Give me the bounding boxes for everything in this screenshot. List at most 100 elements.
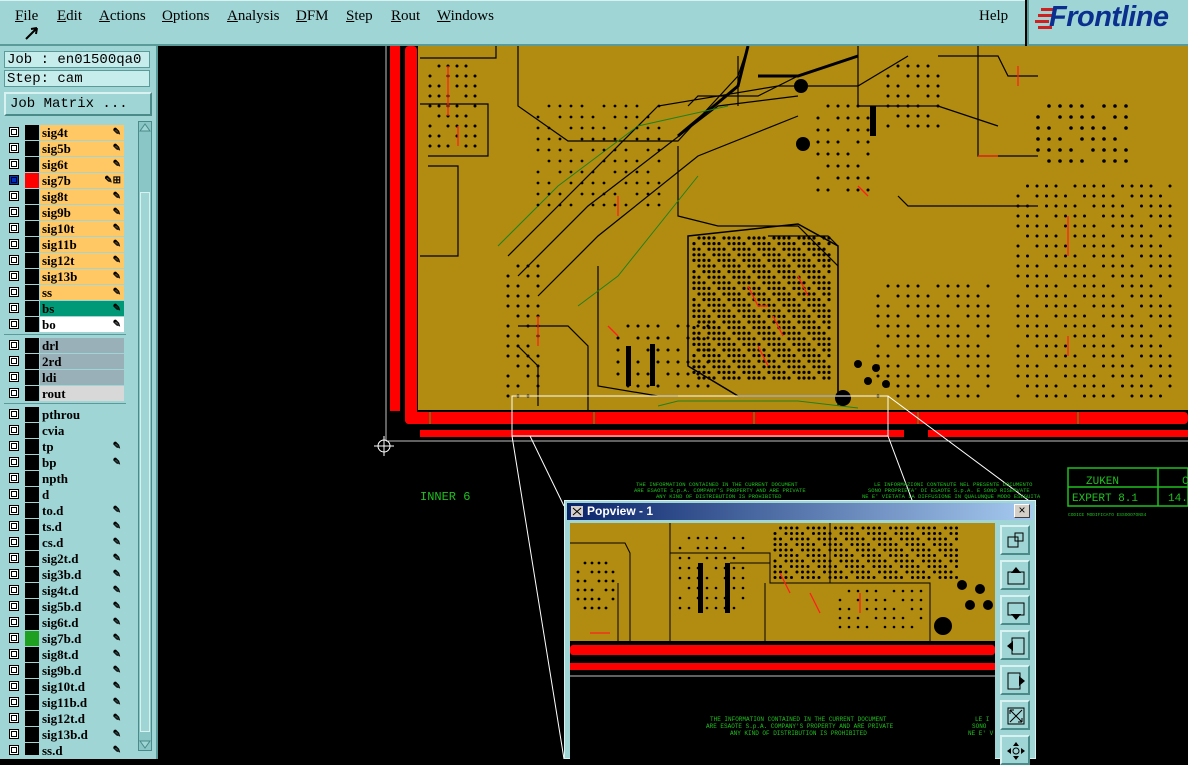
layer-name[interactable]: sig13b.d ✎ <box>40 727 124 742</box>
layer-name[interactable]: sig12t ✎ <box>40 253 124 268</box>
menu-file[interactable]: File <box>15 8 38 25</box>
layer-checkbox[interactable] <box>9 649 19 659</box>
popview-pan-right-button[interactable] <box>1000 665 1030 695</box>
popview-zoom-fit-button[interactable] <box>1000 700 1030 730</box>
layer-name[interactable]: ss.d ✎ <box>40 743 124 755</box>
layer-name[interactable]: sig5b ✎ <box>40 141 124 156</box>
layer-row-ss[interactable]: ss ✎ <box>4 285 126 300</box>
layer-color-swatch[interactable] <box>25 743 39 755</box>
layer-row-pthrou[interactable]: pthrou <box>4 407 126 422</box>
layer-checkbox[interactable] <box>9 356 19 366</box>
layer-row-npth[interactable]: npth <box>4 471 126 486</box>
layer-checkbox[interactable] <box>9 633 19 643</box>
layer-name[interactable]: sig10t.d ✎ <box>40 679 124 694</box>
layer-checkbox[interactable] <box>9 340 19 350</box>
layer-color-swatch[interactable] <box>25 615 39 630</box>
layer-row-ldi[interactable]: ldi <box>4 370 126 385</box>
layer-color-swatch[interactable] <box>25 583 39 598</box>
layer-row-bo[interactable]: bo ✎ <box>4 317 126 332</box>
layer-name[interactable]: cvia <box>40 423 124 438</box>
layer-row-sig5b[interactable]: sig5b ✎ <box>4 141 126 156</box>
popview-pan-left-button[interactable] <box>1000 630 1030 660</box>
layer-checkbox[interactable] <box>9 473 19 483</box>
layer-row-sig7b[interactable]: sig7b ✎⊞ <box>4 173 126 188</box>
menu-actions[interactable]: Actions <box>99 8 146 25</box>
layer-color-swatch[interactable] <box>25 301 39 316</box>
layer-checkbox[interactable] <box>9 713 19 723</box>
menu-analysis[interactable]: Analysis <box>227 8 280 25</box>
layer-name[interactable]: pthrou <box>40 407 124 422</box>
layer-row-2rd[interactable]: 2rd <box>4 354 126 369</box>
layer-color-swatch[interactable] <box>25 663 39 678</box>
layer-row-sig6t-d[interactable]: sig6t.d ✎ <box>4 615 126 630</box>
layer-name[interactable]: sig2t.d ✎ <box>40 551 124 566</box>
layer-row-sig3b-d[interactable]: sig3b.d ✎ <box>4 567 126 582</box>
layer-name[interactable]: sig4t ✎ <box>40 125 124 140</box>
layer-name[interactable]: sig3b.d ✎ <box>40 567 124 582</box>
menu-windows[interactable]: Windows <box>437 8 494 25</box>
layer-checkbox[interactable] <box>9 537 19 547</box>
layer-row-sig6t[interactable]: sig6t ✎ <box>4 157 126 172</box>
layer-row-sig7b-d[interactable]: sig7b.d ✎ <box>4 631 126 646</box>
layer-checkbox[interactable] <box>9 239 19 249</box>
layer-row-tp[interactable]: tp ✎ <box>4 439 126 454</box>
popview-pcb-view[interactable]: THE INFORMATION CONTAINED IN THE CURRENT… <box>570 523 995 760</box>
layer-row-sig12t-d[interactable]: sig12t.d ✎ <box>4 711 126 726</box>
layer-name[interactable]: sig5b.d ✎ <box>40 599 124 614</box>
popview-titlebar[interactable]: Popview - 1 × <box>567 503 1033 520</box>
layer-row-bp[interactable]: bp ✎ <box>4 455 126 470</box>
layer-color-swatch[interactable] <box>25 519 39 534</box>
layer-row-ss-d[interactable]: ss.d ✎ <box>4 743 126 755</box>
layer-checkbox[interactable] <box>9 745 19 755</box>
layer-color-swatch[interactable] <box>25 455 39 470</box>
popview-canvas[interactable]: THE INFORMATION CONTAINED IN THE CURRENT… <box>570 523 995 760</box>
layer-row-sig2t-d[interactable]: sig2t.d ✎ <box>4 551 126 566</box>
layer-row-sig9b-d[interactable]: sig9b.d ✎ <box>4 663 126 678</box>
layer-checkbox[interactable] <box>9 489 19 499</box>
layer-color-swatch[interactable] <box>25 407 39 422</box>
layer-color-swatch[interactable] <box>25 157 39 172</box>
layer-row-sig13b-d[interactable]: sig13b.d ✎ <box>4 727 126 742</box>
layer-checkbox[interactable] <box>9 223 19 233</box>
layer-name[interactable]: sig8t.d ✎ <box>40 647 124 662</box>
layer-color-swatch[interactable] <box>25 471 39 486</box>
layer-row-cvia[interactable]: cvia <box>4 423 126 438</box>
menu-help[interactable]: Help <box>979 8 1008 25</box>
layer-name[interactable]: to.d ✎ <box>40 503 124 518</box>
layer-checkbox[interactable] <box>9 388 19 398</box>
layer-checkbox[interactable] <box>9 303 19 313</box>
layer-row-sig12t[interactable]: sig12t ✎ <box>4 253 126 268</box>
layer-checkbox[interactable] <box>9 191 19 201</box>
layer-color-swatch[interactable] <box>25 189 39 204</box>
layer-row-sig4t[interactable]: sig4t ✎ <box>4 125 126 140</box>
layer-checkbox[interactable] <box>9 143 19 153</box>
layer-checkbox[interactable] <box>9 457 19 467</box>
layer-color-swatch[interactable] <box>25 439 39 454</box>
layer-row-sig13b[interactable]: sig13b ✎ <box>4 269 126 284</box>
menu-dfm[interactable]: DFM <box>296 8 329 25</box>
layer-color-swatch[interactable] <box>25 125 39 140</box>
layer-list-scrollbar[interactable] <box>138 121 152 751</box>
popview-pan-up-button[interactable] <box>1000 560 1030 590</box>
layer-name[interactable]: sig12t.d ✎ <box>40 711 124 726</box>
scroll-down-icon[interactable] <box>139 740 151 750</box>
layer-name[interactable]: sig4t.d ✎ <box>40 583 124 598</box>
layer-color-swatch[interactable] <box>25 354 39 369</box>
layer-name[interactable]: sig6t.d ✎ <box>40 615 124 630</box>
layer-name[interactable]: sig7b ✎⊞ <box>40 173 124 188</box>
layer-name[interactable]: sig7b.d ✎ <box>40 631 124 646</box>
layer-color-swatch[interactable] <box>25 695 39 710</box>
layer-checkbox[interactable] <box>9 287 19 297</box>
layer-color-swatch[interactable] <box>25 237 39 252</box>
layer-checkbox[interactable] <box>9 681 19 691</box>
layer-color-swatch[interactable] <box>25 647 39 662</box>
layer-checkbox[interactable] <box>9 207 19 217</box>
layer-checkbox[interactable] <box>9 175 19 185</box>
layer-checkbox[interactable] <box>9 425 19 435</box>
popview-pan-down-button[interactable] <box>1000 595 1030 625</box>
layer-row-sig11b[interactable]: sig11b ✎ <box>4 237 126 252</box>
layer-checkbox[interactable] <box>9 159 19 169</box>
layer-row-cs-d[interactable]: cs.d ✎ <box>4 535 126 550</box>
layer-color-swatch[interactable] <box>25 551 39 566</box>
popview-window[interactable]: Popview - 1 × THE INFORMATION CONTAINED … <box>564 500 1036 765</box>
